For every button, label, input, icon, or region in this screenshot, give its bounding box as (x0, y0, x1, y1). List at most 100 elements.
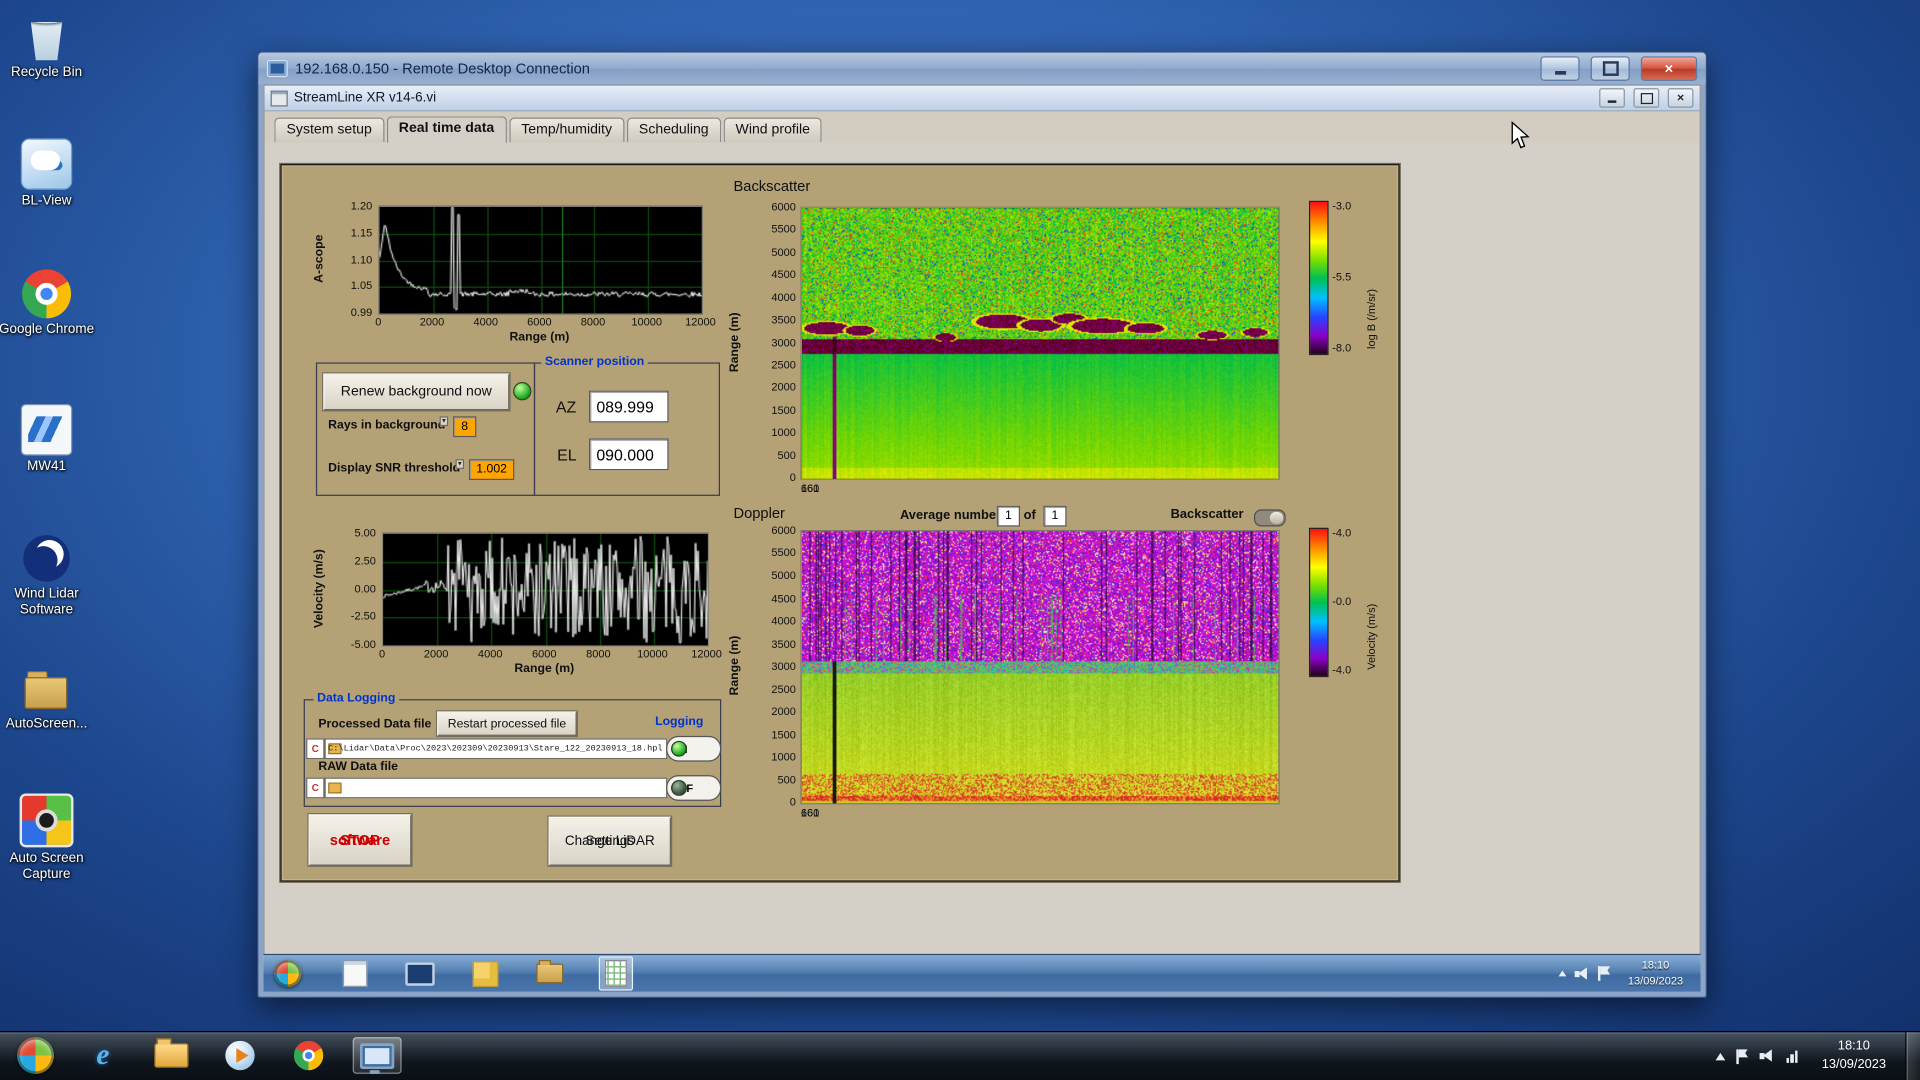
raw-path-input[interactable] (324, 777, 668, 799)
processed-path-input[interactable]: C:\Lidar\Data\Proc\2023\202309\20230913\… (324, 738, 668, 760)
taskbar-item-explorer[interactable] (147, 1037, 196, 1074)
tick-label: 12000 (691, 647, 722, 660)
tick-label: 1000 (771, 750, 796, 763)
tick-label: 1.10 (350, 252, 373, 266)
clock[interactable]: 18:10 13/09/2023 (1807, 1037, 1900, 1074)
rdp-window: 192.168.0.150 - Remote Desktop Connectio… (257, 51, 1707, 998)
velocity-x-label: Range (m) (514, 662, 575, 676)
velocity-y-label: Velocity (m/s) (312, 548, 327, 628)
tab-scheduling[interactable]: Scheduling (626, 117, 721, 143)
action-center-icon[interactable] (1597, 966, 1610, 981)
volume-icon[interactable] (1574, 966, 1591, 980)
of-value[interactable]: 1 (1043, 505, 1067, 527)
rdp-titlebar[interactable]: 192.168.0.150 - Remote Desktop Connectio… (258, 52, 1706, 85)
tick-label: -3.0 (1332, 199, 1352, 212)
snr-threshold-label: Display SNR threshold (328, 461, 461, 476)
rays-spinner[interactable]: ▲▼ (439, 416, 451, 434)
stop-software-button[interactable]: STOP software (308, 814, 412, 866)
doppler-colorbar-ticks: -4.0 -0.0 -4.0 (1329, 527, 1366, 676)
snr-value[interactable]: 1.002 (468, 459, 515, 480)
desktop-icon-google-chrome[interactable]: Google Chrome (0, 269, 98, 338)
folder-icon (154, 1038, 189, 1068)
el-value[interactable]: 090.000 (588, 438, 669, 471)
tab-real-time-data[interactable]: Real time data (386, 116, 507, 144)
desktop-icon-bl-view[interactable]: BL-View (0, 138, 98, 209)
rays-in-background-label: Rays in background (328, 418, 446, 433)
maximize-button[interactable] (1590, 56, 1630, 81)
tick-label: 1000 (771, 426, 796, 439)
show-hidden-icons-icon[interactable] (1558, 970, 1567, 977)
snr-spinner[interactable]: ▲▼ (455, 459, 467, 477)
desktop-icon-mw41[interactable]: MW41 (0, 404, 98, 475)
az-value[interactable]: 089.999 (588, 390, 669, 423)
minimize-button[interactable] (1540, 56, 1580, 81)
remote-start-button[interactable] (274, 960, 302, 987)
monitor-icon (405, 961, 435, 986)
scanner-position-group (533, 362, 720, 496)
tick-label: 2000 (771, 381, 796, 394)
tick-label: 2500 (771, 358, 796, 371)
action-center-icon[interactable] (1735, 1048, 1748, 1064)
restart-processed-file-button[interactable]: Restart processed file (437, 711, 577, 736)
close-button[interactable]: × (1640, 56, 1698, 81)
browse-folder-icon[interactable] (328, 782, 342, 794)
app-maximize-button[interactable] (1633, 88, 1660, 108)
average-number-value[interactable]: 1 (996, 505, 1020, 527)
drive-letter-box[interactable]: C (306, 738, 325, 760)
tab-temp-humidity[interactable]: Temp/humidity (508, 117, 625, 143)
wind-lidar-icon (22, 534, 71, 583)
tick-label: 660 (800, 806, 820, 820)
tick-label: 0.00 (354, 582, 376, 595)
volume-icon[interactable] (1758, 1049, 1775, 1062)
tick-label: 0 (789, 795, 796, 809)
front-panel: 1.20 1.15 1.10 1.05 0.99 A-scope 0 2000 4000 60… (280, 164, 1400, 882)
logging-on-toggle[interactable]: ON (666, 735, 722, 762)
screen-capture-icon (19, 793, 74, 848)
tick-label: 12000 (685, 315, 716, 329)
remote-taskbar-item-streamline[interactable] (598, 956, 634, 991)
tick-label: 5000 (771, 569, 796, 582)
desktop-icon-wind-lidar[interactable]: Wind Lidar Software (0, 534, 98, 618)
remote-clock[interactable]: 18:10 13/09/2023 (1616, 958, 1694, 990)
taskbar-item-chrome[interactable] (284, 1037, 333, 1074)
bl-view-icon (20, 138, 73, 190)
network-icon[interactable] (1785, 1050, 1798, 1063)
drive-letter-box[interactable]: C (306, 777, 325, 799)
tick-label: 6000 (527, 315, 552, 329)
tick-label: -8.0 (1332, 341, 1352, 354)
backscatter-y-axis: 6000 5500 5000 4500 4000 3500 3000 2500 2000 1500… (747, 201, 798, 484)
tab-system-setup[interactable]: System setup (274, 117, 385, 143)
tab-wind-profile[interactable]: Wind profile (723, 117, 823, 143)
show-hidden-icons-icon[interactable] (1714, 1052, 1725, 1060)
desktop-icon-recycle-bin[interactable]: Recycle Bin (0, 12, 98, 81)
start-button[interactable] (17, 1037, 54, 1074)
taskbar-item-remote-desktop[interactable] (352, 1037, 402, 1074)
tick-label: 3000 (771, 336, 796, 349)
renew-background-button[interactable]: Renew background now (323, 373, 510, 411)
data-logging-group-label: Data Logging (313, 691, 400, 706)
show-desktop-button[interactable] (1905, 1032, 1920, 1080)
remote-taskbar-item-notes[interactable] (469, 958, 501, 990)
el-label: EL (557, 445, 577, 465)
tick-label: 500 (777, 773, 796, 786)
app-close-button[interactable]: × (1667, 88, 1694, 108)
logging-label: Logging (655, 715, 704, 729)
app-titlebar[interactable]: StreamLine XR v14-6.vi × (264, 85, 1700, 112)
taskbar-item-internet-explorer[interactable] (78, 1037, 127, 1074)
tick-label: 10000 (631, 315, 663, 329)
tick-label: 0.99 (350, 306, 373, 319)
taskbar-item-media-player[interactable] (216, 1037, 265, 1074)
tick-label: 2000 (423, 647, 449, 660)
rdp-client-area: StreamLine XR v14-6.vi × System setup Re… (263, 84, 1701, 992)
desktop-icon-autoscreen[interactable]: AutoScreen... (0, 664, 98, 733)
raw-logging-off-toggle[interactable]: OFF (666, 775, 722, 801)
tick-label: 3500 (771, 313, 796, 326)
desktop-icon-auto-screen-capture[interactable]: Auto Screen Capture (0, 793, 98, 882)
rays-value[interactable]: 8 (453, 416, 477, 438)
remote-taskbar-item-monitor[interactable] (404, 958, 436, 990)
change-lidar-settings-button[interactable]: Change LiDAR Settings (548, 816, 672, 866)
app-minimize-button[interactable] (1599, 88, 1625, 108)
remote-taskbar-item-notepad[interactable] (339, 958, 371, 990)
backscatter-toggle[interactable] (1253, 509, 1286, 527)
remote-taskbar-item-explorer[interactable] (534, 958, 566, 990)
